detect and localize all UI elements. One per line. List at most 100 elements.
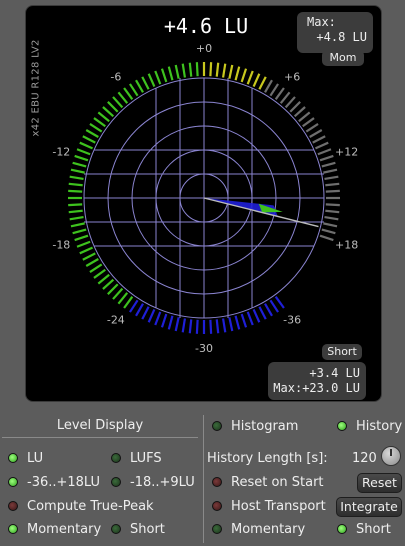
level-ring-segment bbox=[252, 73, 261, 87]
scale-label: -6 bbox=[110, 71, 121, 84]
history-length-value: 120 bbox=[352, 450, 377, 466]
level-ring-segment bbox=[167, 66, 174, 81]
led-lu-icon bbox=[8, 453, 18, 463]
level-ring-segment bbox=[74, 234, 89, 242]
level-ring-segment bbox=[89, 123, 103, 133]
level-ring-segment bbox=[324, 215, 339, 221]
level-ring-segment bbox=[93, 268, 106, 279]
option-history-short-label: Short bbox=[356, 521, 391, 537]
level-ring-segment bbox=[82, 252, 96, 261]
level-ring-segment bbox=[74, 154, 89, 162]
led-history-short-icon bbox=[337, 524, 347, 534]
loudness-meter-display: -36 -30 -24 -18 -12 -6 +0 +6 +12 +18 x42 EBU R128… bbox=[25, 5, 382, 402]
level-ring-segment bbox=[323, 222, 338, 228]
integrate-button[interactable]: Integrate bbox=[336, 497, 402, 517]
level-ring-segment bbox=[195, 319, 199, 334]
option-range-18-9[interactable]: -18..+9LU bbox=[111, 473, 195, 491]
scale-label: -24 bbox=[107, 313, 125, 326]
level-ring-segment bbox=[68, 182, 83, 187]
option-true-peak[interactable]: Compute True-Peak bbox=[8, 497, 154, 515]
option-history[interactable]: History bbox=[337, 417, 402, 435]
led-host-transport-icon bbox=[212, 501, 222, 511]
level-ring-segment bbox=[258, 306, 267, 320]
level-ring-segment bbox=[160, 313, 168, 328]
current-loudness-readout: +4.6 LU bbox=[163, 14, 249, 38]
level-ring-segment bbox=[324, 175, 339, 181]
option-true-peak-label: Compute True-Peak bbox=[27, 498, 154, 514]
option-momentary-display-label: Momentary bbox=[27, 521, 102, 537]
plugin-name-text: x42 EBU R128 LV2 bbox=[30, 39, 42, 137]
level-ring-segment bbox=[215, 62, 220, 77]
level-ring-segment bbox=[129, 299, 139, 313]
option-histogram[interactable]: Histogram bbox=[212, 417, 298, 435]
level-ring-segment bbox=[147, 73, 156, 87]
option-momentary-display[interactable]: Momentary bbox=[8, 520, 101, 538]
option-history-momentary[interactable]: Momentary bbox=[212, 520, 305, 538]
level-ring-segment bbox=[252, 309, 261, 323]
level-ring-segment bbox=[102, 106, 115, 118]
level-ring-segment bbox=[76, 148, 91, 156]
short-term-value: +3.4 LU bbox=[309, 366, 360, 380]
level-ring-segment bbox=[274, 87, 285, 100]
scale-label: +12 bbox=[335, 146, 358, 159]
level-ring-segment bbox=[309, 129, 323, 138]
level-ring-segment bbox=[117, 91, 129, 104]
level-ring-segment bbox=[298, 111, 311, 123]
level-ring-segment bbox=[319, 234, 334, 242]
level-ring-segment bbox=[69, 215, 84, 221]
level-ring-segment bbox=[141, 76, 150, 90]
led-short-display-icon bbox=[111, 524, 121, 534]
level-ring-segment bbox=[293, 106, 306, 118]
level-ring-segment bbox=[79, 141, 93, 150]
history-length-knob-icon[interactable] bbox=[381, 446, 401, 466]
led-range-wide-icon bbox=[8, 477, 18, 487]
level-ring-segment bbox=[123, 296, 134, 309]
level-ring-segment bbox=[85, 129, 99, 138]
level-ring-segment bbox=[305, 123, 319, 133]
option-range-36-18[interactable]: -36..+18LU bbox=[8, 473, 100, 491]
option-short-display[interactable]: Short bbox=[111, 520, 165, 538]
level-ring-segment bbox=[317, 148, 332, 156]
level-ring-segment bbox=[228, 64, 234, 79]
led-range-narrow-icon bbox=[111, 477, 121, 487]
option-reset-on-start[interactable]: Reset on Start bbox=[212, 473, 324, 491]
option-short-display-label: Short bbox=[130, 521, 165, 537]
level-ring-segment bbox=[68, 203, 83, 207]
level-ring-segment bbox=[188, 62, 193, 77]
level-ring-segment bbox=[246, 311, 254, 326]
level-display-title: Level Display bbox=[56, 418, 144, 433]
level-ring-segment bbox=[264, 79, 273, 93]
level-ring-segment bbox=[209, 319, 213, 334]
level-ring-segment bbox=[69, 175, 84, 181]
level-ring-segment bbox=[228, 317, 234, 332]
level-ring-segment bbox=[323, 168, 338, 174]
option-range-narrow-label: -18..+9LU bbox=[130, 474, 195, 490]
level-ring-segment bbox=[79, 246, 93, 255]
option-history-short[interactable]: Short bbox=[337, 520, 391, 538]
level-ring-segment bbox=[195, 62, 199, 77]
option-range-wide-label: -36..+18LU bbox=[27, 474, 101, 490]
option-lufs[interactable]: LUFS bbox=[111, 449, 162, 467]
level-ring-segment bbox=[321, 228, 336, 235]
option-histogram-label: Histogram bbox=[231, 418, 299, 434]
history-length-label: History Length [s]: bbox=[207, 450, 328, 466]
level-ring-segment bbox=[209, 62, 213, 77]
led-lufs-icon bbox=[111, 453, 121, 463]
level-ring-segment bbox=[321, 161, 336, 168]
scale-label: -36 bbox=[283, 313, 301, 326]
level-ring-segment bbox=[315, 141, 329, 150]
option-lu[interactable]: LU bbox=[8, 449, 43, 467]
level-ring-segment bbox=[312, 135, 326, 144]
level-ring-segment bbox=[181, 318, 187, 333]
level-ring-segment bbox=[188, 319, 193, 334]
led-momentary-display-icon bbox=[8, 524, 18, 534]
level-ring-segment bbox=[154, 311, 162, 326]
led-true-peak-icon bbox=[8, 501, 18, 511]
option-host-transport-label: Host Transport bbox=[231, 498, 326, 514]
level-ring-segment bbox=[279, 91, 291, 104]
level-ring-segment bbox=[215, 319, 220, 334]
option-host-transport[interactable]: Host Transport bbox=[212, 497, 326, 515]
level-ring-segment bbox=[135, 303, 144, 317]
plugin-name-vertical: x42 EBU R128 LV2 bbox=[26, 6, 46, 146]
reset-button[interactable]: Reset bbox=[357, 473, 402, 493]
